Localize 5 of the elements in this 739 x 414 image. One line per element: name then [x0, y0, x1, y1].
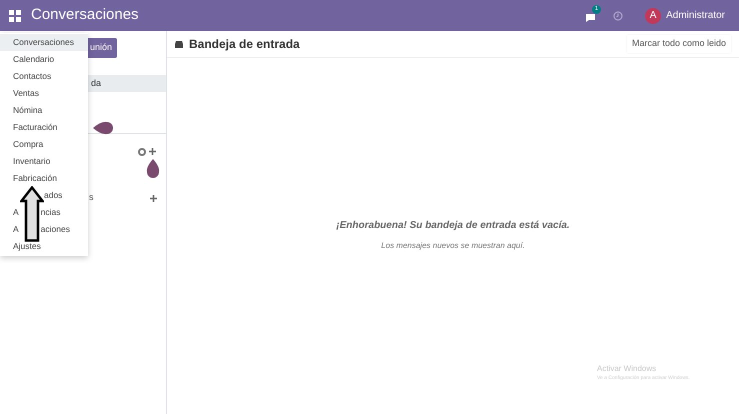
- app-title: Conversaciones: [31, 5, 139, 26]
- empty-inbox-subtitle: Los mensajes nuevos se muestran aquí.: [381, 240, 525, 252]
- empty-inbox-title: ¡Enhorabuena! Su bandeja de entrada está vacía.: [336, 219, 570, 233]
- section-label: s: [89, 191, 94, 204]
- inbox-heading: Bandeja de entrada: [189, 36, 300, 53]
